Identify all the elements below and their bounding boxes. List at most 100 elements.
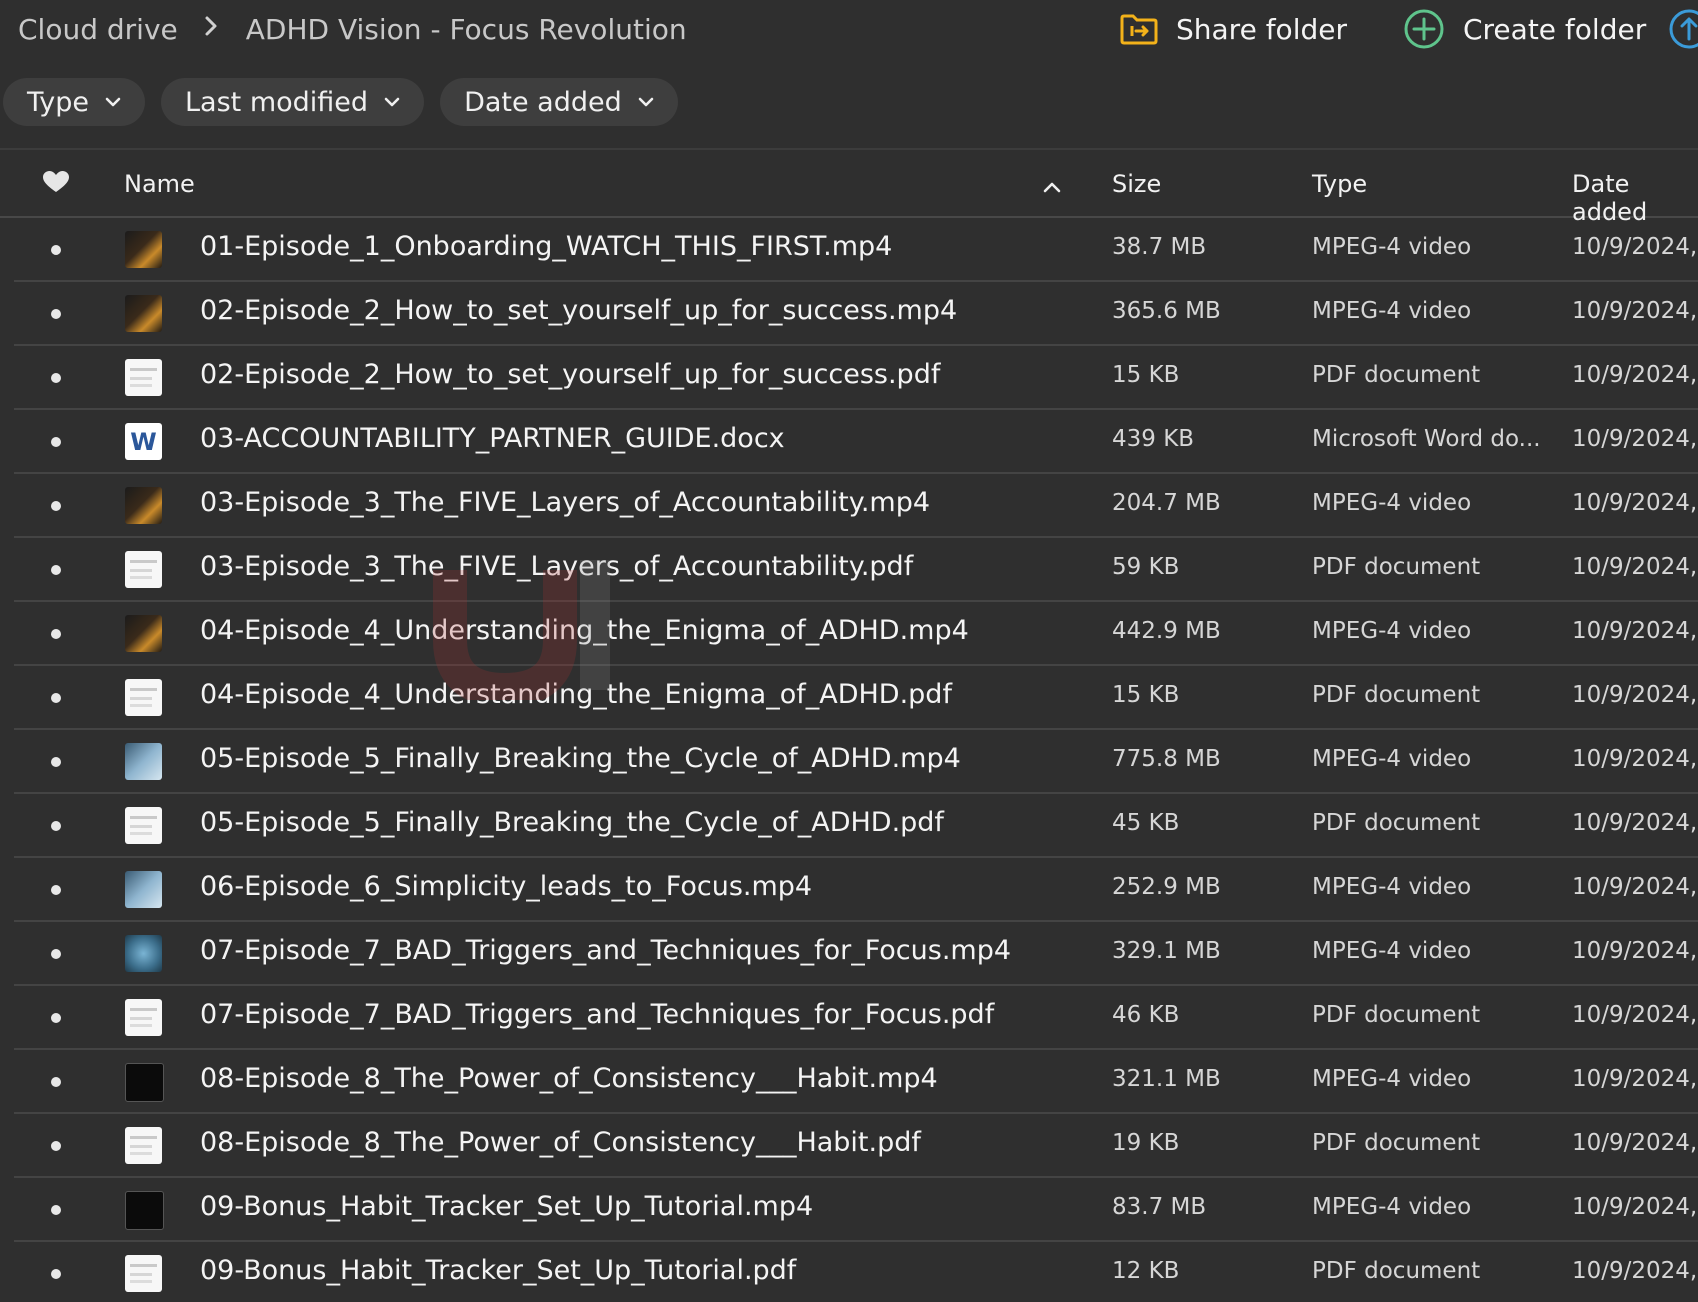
file-date-added: 10/9/2024, (1572, 874, 1698, 900)
share-folder-button[interactable]: Share folder (1120, 13, 1347, 46)
file-type: PDF document (1312, 1258, 1481, 1284)
pdf-thumbnail-icon (125, 1255, 162, 1292)
column-header-size[interactable]: Size (1112, 170, 1161, 198)
file-date-added: 10/9/2024, (1572, 426, 1698, 452)
upload-icon[interactable] (1668, 8, 1698, 50)
file-name[interactable]: 07-Episode_7_BAD_Triggers_and_Techniques… (200, 935, 1011, 966)
file-name[interactable]: 03-Episode_3_The_FIVE_Layers_of_Accounta… (200, 551, 913, 582)
file-name[interactable]: 08-Episode_8_The_Power_of_Consistency___… (200, 1127, 921, 1158)
filter-date-added[interactable]: Date added (440, 78, 678, 126)
file-name[interactable]: 08-Episode_8_The_Power_of_Consistency___… (200, 1063, 938, 1094)
file-row[interactable]: 01-Episode_1_Onboarding_WATCH_THIS_FIRST… (14, 218, 1698, 282)
file-row[interactable]: 03-Episode_3_The_FIVE_Layers_of_Accounta… (14, 474, 1698, 538)
filter-type[interactable]: Type (3, 78, 146, 126)
file-row[interactable]: W 03-ACCOUNTABILITY_PARTNER_GUIDE.docx 439… (14, 410, 1698, 474)
file-row[interactable]: 09-Bonus_Habit_Tracker_Set_Up_Tutorial.p… (14, 1242, 1698, 1302)
file-type: MPEG-4 video (1312, 874, 1472, 900)
file-name[interactable]: 05-Episode_5_Finally_Breaking_the_Cycle_… (200, 743, 961, 774)
file-row[interactable]: 09-Bonus_Habit_Tracker_Set_Up_Tutorial.m… (14, 1178, 1698, 1242)
file-name[interactable]: 04-Episode_4_Understanding_the_Enigma_of… (200, 679, 952, 710)
file-date-added: 10/9/2024, (1572, 1194, 1698, 1220)
chevron-down-icon (105, 96, 121, 108)
file-row[interactable]: 07-Episode_7_BAD_Triggers_and_Techniques… (14, 922, 1698, 986)
file-name[interactable]: 09-Bonus_Habit_Tracker_Set_Up_Tutorial.m… (200, 1191, 813, 1222)
video-thumbnail-icon (125, 487, 162, 524)
file-date-added: 10/9/2024, (1572, 490, 1698, 516)
plus-circle-icon (1404, 9, 1444, 49)
file-row[interactable]: 06-Episode_6_Simplicity_leads_to_Focus.m… (14, 858, 1698, 922)
video-thumbnail-icon (125, 1063, 164, 1102)
video-thumbnail-icon (125, 1191, 164, 1230)
bullet-icon (51, 565, 61, 575)
file-type: MPEG-4 video (1312, 1194, 1472, 1220)
pdf-thumbnail-icon (125, 359, 162, 396)
filter-date-added-label: Date added (464, 86, 622, 118)
bullet-icon (51, 501, 61, 511)
file-name[interactable]: 01-Episode_1_Onboarding_WATCH_THIS_FIRST… (200, 231, 892, 262)
file-size: 204.7 MB (1112, 490, 1221, 516)
bullet-icon (51, 245, 61, 255)
video-thumbnail-icon (125, 743, 162, 780)
file-name[interactable]: 02-Episode_2_How_to_set_yourself_up_for_… (200, 295, 957, 326)
file-row[interactable]: 05-Episode_5_Finally_Breaking_the_Cycle_… (14, 730, 1698, 794)
file-row[interactable]: 08-Episode_8_The_Power_of_Consistency___… (14, 1050, 1698, 1114)
filter-last-modified[interactable]: Last modified (161, 78, 425, 126)
bullet-icon (51, 437, 61, 447)
file-date-added: 10/9/2024, (1572, 554, 1698, 580)
video-thumbnail-icon (125, 295, 162, 332)
file-row[interactable]: 02-Episode_2_How_to_set_yourself_up_for_… (14, 282, 1698, 346)
video-thumbnail-icon (125, 935, 162, 972)
file-type: PDF document (1312, 554, 1481, 580)
file-type: MPEG-4 video (1312, 938, 1472, 964)
file-type: Microsoft Word do... (1312, 426, 1541, 452)
file-name[interactable]: 07-Episode_7_BAD_Triggers_and_Techniques… (200, 999, 994, 1030)
file-row[interactable]: 08-Episode_8_The_Power_of_Consistency___… (14, 1114, 1698, 1178)
bullet-icon (51, 1077, 61, 1087)
file-row[interactable]: 02-Episode_2_How_to_set_yourself_up_for_… (14, 346, 1698, 410)
file-name[interactable]: 02-Episode_2_How_to_set_yourself_up_for_… (200, 359, 940, 390)
file-name[interactable]: 03-Episode_3_The_FIVE_Layers_of_Accounta… (200, 487, 930, 518)
file-row[interactable]: 05-Episode_5_Finally_Breaking_the_Cycle_… (14, 794, 1698, 858)
table-header: Name Size Type Date added (0, 150, 1698, 226)
pdf-thumbnail-icon (125, 1127, 162, 1164)
file-date-added: 10/9/2024, (1572, 682, 1698, 708)
column-header-name[interactable]: Name (124, 170, 195, 198)
file-name[interactable]: 04-Episode_4_Understanding_the_Enigma_of… (200, 615, 969, 646)
video-thumbnail-icon (125, 231, 162, 268)
file-size: 12 KB (1112, 1258, 1180, 1284)
file-type: PDF document (1312, 1002, 1481, 1028)
create-folder-button[interactable]: Create folder (1403, 8, 1646, 50)
file-row[interactable]: 03-Episode_3_The_FIVE_Layers_of_Accounta… (14, 538, 1698, 602)
file-size: 442.9 MB (1112, 618, 1221, 644)
file-size: 252.9 MB (1112, 874, 1221, 900)
share-folder-label: Share folder (1176, 12, 1347, 46)
video-thumbnail-icon (125, 871, 162, 908)
file-name[interactable]: 09-Bonus_Habit_Tracker_Set_Up_Tutorial.p… (200, 1255, 796, 1286)
file-type: MPEG-4 video (1312, 298, 1472, 324)
file-type: PDF document (1312, 682, 1481, 708)
file-name[interactable]: 05-Episode_5_Finally_Breaking_the_Cycle_… (200, 807, 944, 838)
column-header-type[interactable]: Type (1312, 170, 1367, 198)
file-type: MPEG-4 video (1312, 746, 1472, 772)
file-date-added: 10/9/2024, (1572, 810, 1698, 836)
file-name[interactable]: 06-Episode_6_Simplicity_leads_to_Focus.m… (200, 871, 812, 902)
heart-icon[interactable] (42, 170, 70, 198)
header-actions: Share folder Create folder (1120, 0, 1646, 58)
file-size: 19 KB (1112, 1130, 1180, 1156)
file-size: 15 KB (1112, 682, 1180, 708)
share-folder-icon (1120, 14, 1158, 45)
sort-ascending-icon[interactable] (1043, 178, 1061, 197)
filter-last-modified-label: Last modified (185, 86, 369, 118)
file-type: PDF document (1312, 1130, 1481, 1156)
file-row[interactable]: 07-Episode_7_BAD_Triggers_and_Techniques… (14, 986, 1698, 1050)
file-row[interactable]: 04-Episode_4_Understanding_the_Enigma_of… (14, 666, 1698, 730)
file-name[interactable]: 03-ACCOUNTABILITY_PARTNER_GUIDE.docx (200, 423, 785, 454)
bullet-icon (51, 757, 61, 767)
bullet-icon (51, 949, 61, 959)
file-date-added: 10/9/2024, (1572, 1130, 1698, 1156)
file-row[interactable]: 04-Episode_4_Understanding_the_Enigma_of… (14, 602, 1698, 666)
file-size: 83.7 MB (1112, 1194, 1207, 1220)
file-size: 59 KB (1112, 554, 1180, 580)
breadcrumb-root[interactable]: Cloud drive (18, 13, 178, 46)
file-type: MPEG-4 video (1312, 234, 1472, 260)
